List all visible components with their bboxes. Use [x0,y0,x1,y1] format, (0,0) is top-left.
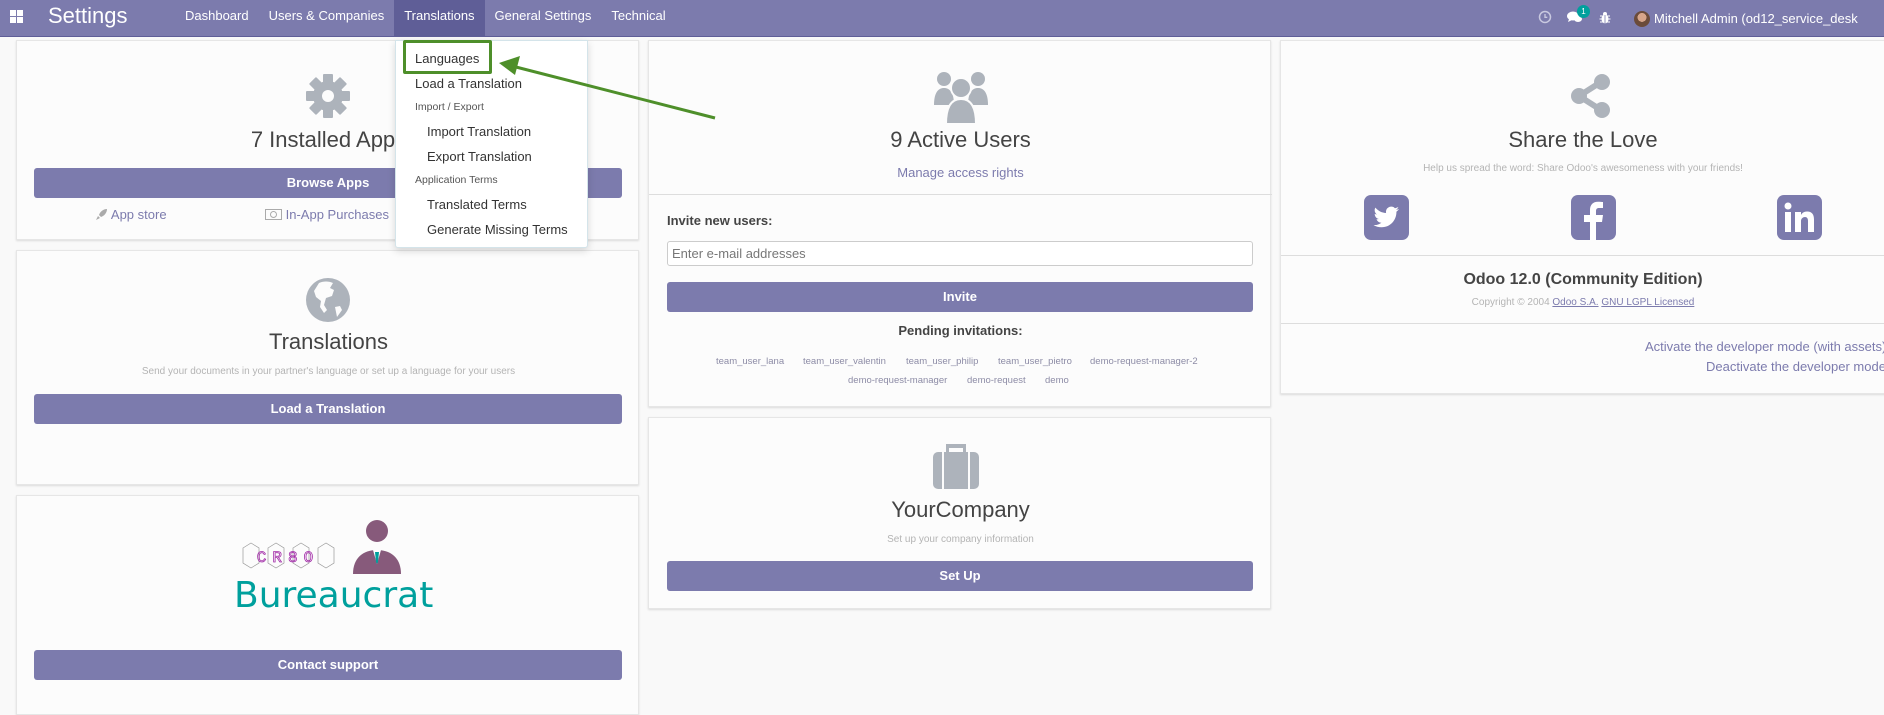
invite-label: Invite new users: [667,213,773,228]
share-title: Share the Love [1508,127,1658,152]
avatar [1634,10,1650,27]
clock-icon[interactable] [1530,10,1560,27]
dropdown-item-languages[interactable]: Languages [415,51,479,66]
messages-badge: 1 [1577,5,1590,18]
divider [1281,255,1884,256]
user-menu[interactable]: Mitchell Admin (od12_service_desk [1634,10,1858,27]
users-icon [934,72,988,124]
company-subtitle: Set up your company information [887,534,1034,545]
bureaucrat-logo: CR8O Bureaucrat [234,520,433,614]
linkedin-icon [1784,202,1814,232]
dropdown-item-export-translation[interactable]: Export Translation [427,149,532,164]
facebook-share-button[interactable] [1571,195,1616,240]
share-subtitle: Help us spread the word: Share Odoo's aw… [1423,163,1743,174]
company-card: YourCompany Set up your company informat… [648,417,1271,609]
version-label: Odoo 12.0 (Community Edition) [1463,271,1703,288]
odoo-sa-link[interactable]: Odoo S.A. [1552,297,1598,308]
load-translation-button[interactable]: Load a Translation [34,394,622,424]
briefcase-icon [933,444,979,489]
gear-icon [306,74,350,118]
pending-invitations-label: Pending invitations: [898,323,1023,338]
dropdown-header-import-export: Import / Export [415,101,484,113]
translations-dropdown: Languages Load a Translation Import / Ex… [395,40,588,248]
globe-icon [306,278,350,322]
pending-invitation[interactable]: demo-request-manager [848,375,947,386]
invite-button[interactable]: Invite [667,282,1253,312]
dropdown-header-application-terms: Application Terms [415,174,498,186]
support-card: CR8O Bureaucrat Contact support [16,495,639,715]
dropdown-item-load-translation[interactable]: Load a Translation [415,76,522,91]
copyright-line: Copyright © 2004 Odoo S.A. GNU LGPL Lice… [1281,297,1884,308]
top-navbar: Settings Dashboard Users & Companies Tra… [0,0,1884,37]
app-store-link[interactable]: App store [95,207,167,222]
menu-translations[interactable]: Translations [394,0,485,37]
share-icon [1571,74,1610,118]
linkedin-share-button[interactable] [1777,195,1822,240]
dropdown-item-generate-missing-terms[interactable]: Generate Missing Terms [427,222,568,237]
logo-badge-text: CR8O [257,549,319,567]
manage-access-rights-link[interactable]: Manage access rights [649,165,1272,180]
menu-general-settings[interactable]: General Settings [485,0,602,37]
set-up-button[interactable]: Set Up [667,561,1253,591]
license-link[interactable]: GNU LGPL Licensed [1601,297,1694,308]
pending-invitation[interactable]: demo [1045,375,1069,386]
chat-icon[interactable]: 1 [1560,5,1590,27]
company-title: YourCompany [891,497,1030,522]
translations-title: Translations [268,329,388,354]
pending-invitation[interactable]: team_user_valentin [803,356,886,367]
logo-text: Bureaucrat [234,575,433,614]
facebook-icon [1584,201,1603,240]
twitter-share-button[interactable] [1364,195,1409,240]
app-title: Settings [48,3,128,28]
apps-grid-icon[interactable] [10,10,24,24]
pending-invitation[interactable]: team_user_lana [716,356,784,367]
divider [649,194,1272,195]
dropdown-item-import-translation[interactable]: Import Translation [427,124,531,139]
users-card: 9 Active Users Manage access rights Invi… [648,40,1272,407]
pending-invitation[interactable]: team_user_philip [906,356,978,367]
active-users-title: 9 Active Users [890,127,1031,152]
translations-card: Translations Send your documents in your… [16,250,639,485]
pending-invitation[interactable]: demo-request-manager-2 [1090,356,1198,367]
activate-dev-mode-assets-link[interactable]: Activate the developer mode (with assets… [1645,339,1884,354]
copyright-text: Copyright © 2004 [1471,297,1550,308]
dropdown-item-translated-terms[interactable]: Translated Terms [427,197,527,212]
deactivate-dev-mode-link[interactable]: Deactivate the developer mode [1706,359,1884,374]
twitter-icon [1373,206,1399,228]
user-name: Mitchell Admin (od12_service_desk [1654,11,1858,26]
money-icon [265,209,282,220]
pending-invitation[interactable]: demo-request [967,375,1026,386]
bug-icon[interactable] [1590,11,1620,27]
rocket-icon [96,209,107,220]
menu-dashboard[interactable]: Dashboard [175,0,259,37]
main-menu: Dashboard Users & Companies Translations… [175,0,676,37]
menu-technical[interactable]: Technical [601,0,675,37]
systray: 1 Mitchell Admin (od12_service_desk [1530,0,1858,37]
menu-users-companies[interactable]: Users & Companies [259,0,395,37]
invite-email-input[interactable] [667,241,1253,266]
pending-invitation[interactable]: team_user_pietro [998,356,1072,367]
translations-subtitle: Send your documents in your partner's la… [141,366,516,377]
contact-support-button[interactable]: Contact support [34,650,622,680]
divider [1281,323,1884,324]
in-app-purchases-link[interactable]: In-App Purchases [265,207,389,222]
